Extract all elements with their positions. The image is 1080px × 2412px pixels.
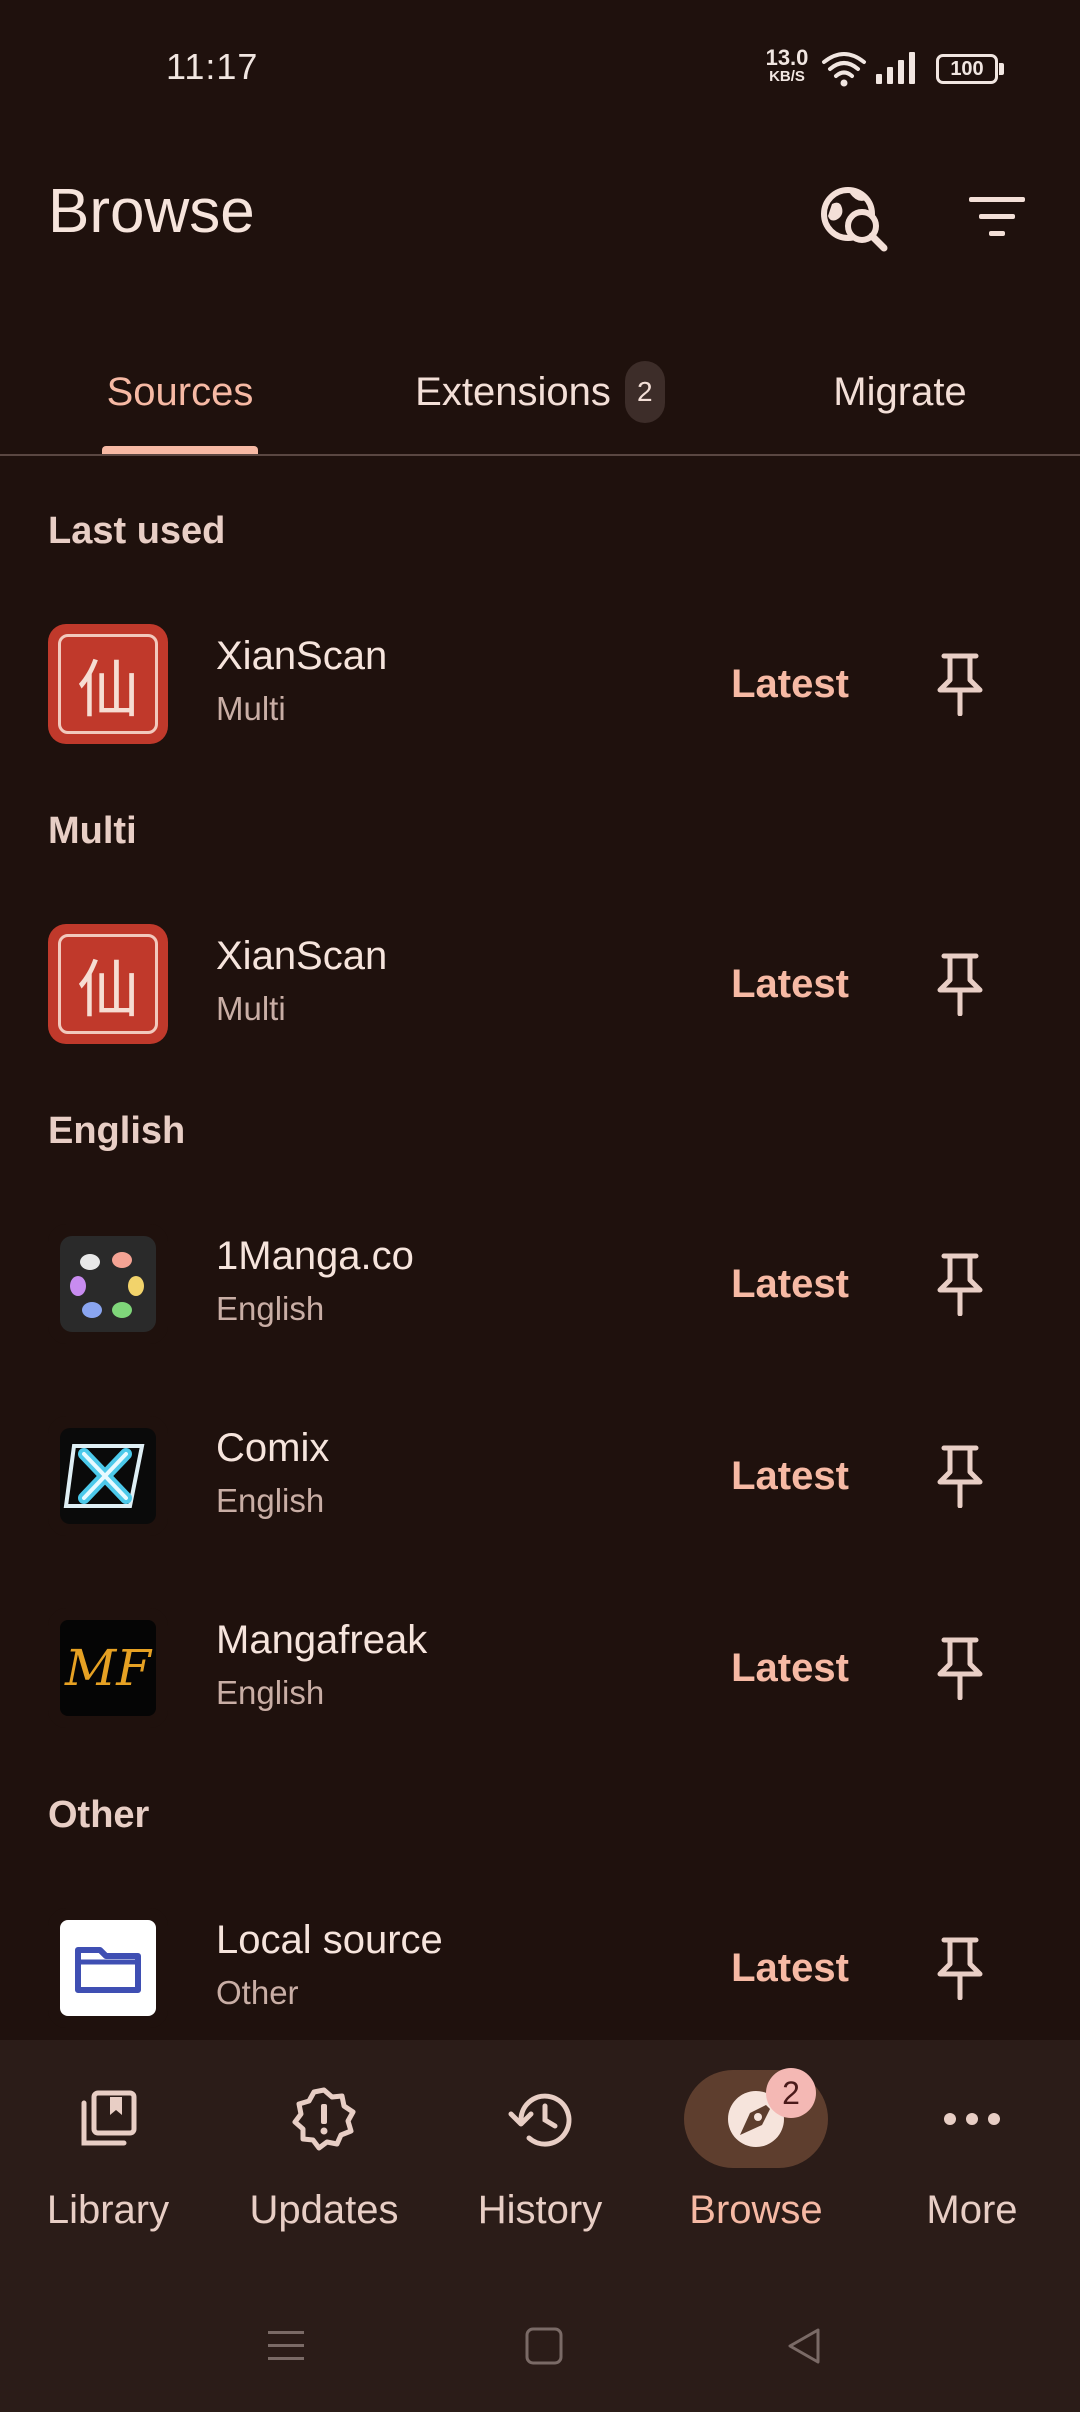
pin-icon <box>937 1253 983 1316</box>
square-icon <box>525 2327 563 2365</box>
pin-icon <box>937 1937 983 2000</box>
network-speed: 13.0 KB/S <box>762 45 812 86</box>
nav-label: Updates <box>249 2188 399 2232</box>
tab-sources[interactable]: Sources <box>60 330 300 454</box>
source-row-mangafreak[interactable]: MF Mangafreak English Latest <box>0 1588 1080 1748</box>
system-navigation-bar <box>0 2280 1080 2412</box>
nav-label: History <box>477 2188 603 2232</box>
tab-label: Sources <box>106 369 254 414</box>
extensions-update-badge: 2 <box>624 361 665 423</box>
wifi-icon <box>822 52 866 87</box>
folder-icon <box>60 1920 156 2016</box>
filter-button[interactable] <box>952 172 1042 262</box>
home-button[interactable] <box>504 2306 584 2386</box>
browse-screen: 11:17 13.0 KB/S 100 Browse Sources Exten… <box>0 0 1080 2412</box>
tab-indicator <box>102 446 258 454</box>
xianscan-logo: 仙 <box>48 624 168 744</box>
mangafreak-logo: MF <box>48 1608 168 1728</box>
latest-button[interactable]: Latest <box>716 1254 864 1314</box>
pin-icon <box>937 653 983 716</box>
nav-item-library[interactable]: Library <box>0 2040 216 2280</box>
network-speed-value: 13.0 <box>765 45 809 70</box>
tab-migrate[interactable]: Migrate <box>780 330 1020 454</box>
library-icon <box>81 2090 137 2146</box>
comix-logo-mark <box>60 1428 156 1524</box>
battery-icon: 100 <box>936 54 1004 84</box>
pin-button[interactable] <box>916 1924 1004 2012</box>
section-header-multi: Multi <box>48 810 137 852</box>
signal-icon <box>876 52 915 84</box>
latest-button[interactable]: Latest <box>716 1446 864 1506</box>
latest-button[interactable]: Latest <box>716 1938 864 1998</box>
history-icon <box>508 2093 572 2147</box>
latest-button[interactable]: Latest <box>716 954 864 1014</box>
source-language: English <box>216 1674 325 1711</box>
pin-icon <box>937 1637 983 1700</box>
recents-button[interactable] <box>246 2306 326 2386</box>
source-name: XianScan <box>216 934 388 978</box>
pin-icon <box>937 953 983 1016</box>
menu-icon <box>268 2331 304 2360</box>
back-triangle-icon <box>788 2328 820 2364</box>
browse-tabs: Sources Extensions 2 Migrate <box>0 330 1080 456</box>
source-name: Local source <box>216 1918 443 1962</box>
source-row-xianscan[interactable]: 仙 XianScan Multi Latest <box>0 904 1080 1064</box>
battery-level: 100 <box>936 54 998 84</box>
pin-button[interactable] <box>916 1624 1004 1712</box>
tab-label: Extensions <box>415 369 611 414</box>
comix-logo <box>48 1416 168 1536</box>
pin-icon <box>937 1445 983 1508</box>
network-speed-unit: KB/S <box>769 68 805 85</box>
source-name: Comix <box>216 1426 330 1470</box>
nav-item-updates[interactable]: Updates <box>216 2040 432 2280</box>
nav-label: Browse <box>689 2188 823 2232</box>
bottom-navigation: Library Updates History 2 Browse More <box>0 2040 1080 2280</box>
pin-button[interactable] <box>916 940 1004 1028</box>
status-time: 11:17 <box>166 46 259 87</box>
nav-label: Library <box>46 2188 170 2232</box>
latest-button[interactable]: Latest <box>716 654 864 714</box>
latest-button[interactable]: Latest <box>716 1638 864 1698</box>
pin-button[interactable] <box>916 1432 1004 1520</box>
source-language: Multi <box>216 690 286 727</box>
local-source-logo <box>48 1908 168 2028</box>
travel-explore-icon <box>821 187 888 252</box>
status-bar: 11:17 13.0 KB/S 100 <box>0 0 1080 140</box>
nav-item-more[interactable]: More <box>864 2040 1080 2280</box>
source-row-comix[interactable]: Comix English Latest <box>0 1396 1080 1556</box>
1manga-logo-mark <box>60 1236 156 1332</box>
nav-item-browse[interactable]: 2 Browse <box>648 2040 864 2280</box>
browse-badge: 2 <box>766 2068 816 2118</box>
source-language: English <box>216 1290 325 1327</box>
global-search-button[interactable] <box>808 172 898 262</box>
tab-label: Migrate <box>833 369 967 414</box>
source-row-xianscan-last-used[interactable]: 仙 XianScan Multi Latest <box>0 604 1080 764</box>
section-header-english: English <box>48 1110 186 1152</box>
tab-extensions[interactable]: Extensions 2 <box>380 330 700 454</box>
source-language: Multi <box>216 990 286 1027</box>
nav-label: More <box>926 2188 1018 2232</box>
updates-icon <box>292 2087 356 2151</box>
source-name: 1Manga.co <box>216 1234 414 1278</box>
more-horiz-icon <box>944 2113 1000 2125</box>
source-row-1manga[interactable]: 1Manga.co English Latest <box>0 1204 1080 1364</box>
section-header-other: Other <box>48 1794 150 1836</box>
1manga-logo <box>48 1224 168 1344</box>
section-header-last-used: Last used <box>48 510 226 552</box>
pin-button[interactable] <box>916 640 1004 728</box>
back-button[interactable] <box>764 2306 844 2386</box>
page-title: Browse <box>48 177 255 246</box>
source-language: Other <box>216 1974 299 2011</box>
source-language: English <box>216 1482 325 1519</box>
pin-button[interactable] <box>916 1240 1004 1328</box>
source-name: XianScan <box>216 634 388 678</box>
nav-item-history[interactable]: History <box>432 2040 648 2280</box>
source-name: Mangafreak <box>216 1618 428 1662</box>
xianscan-logo: 仙 <box>48 924 168 1044</box>
filter-list-icon <box>969 197 1025 236</box>
source-row-local-source[interactable]: Local source Other Latest <box>0 1888 1080 2048</box>
